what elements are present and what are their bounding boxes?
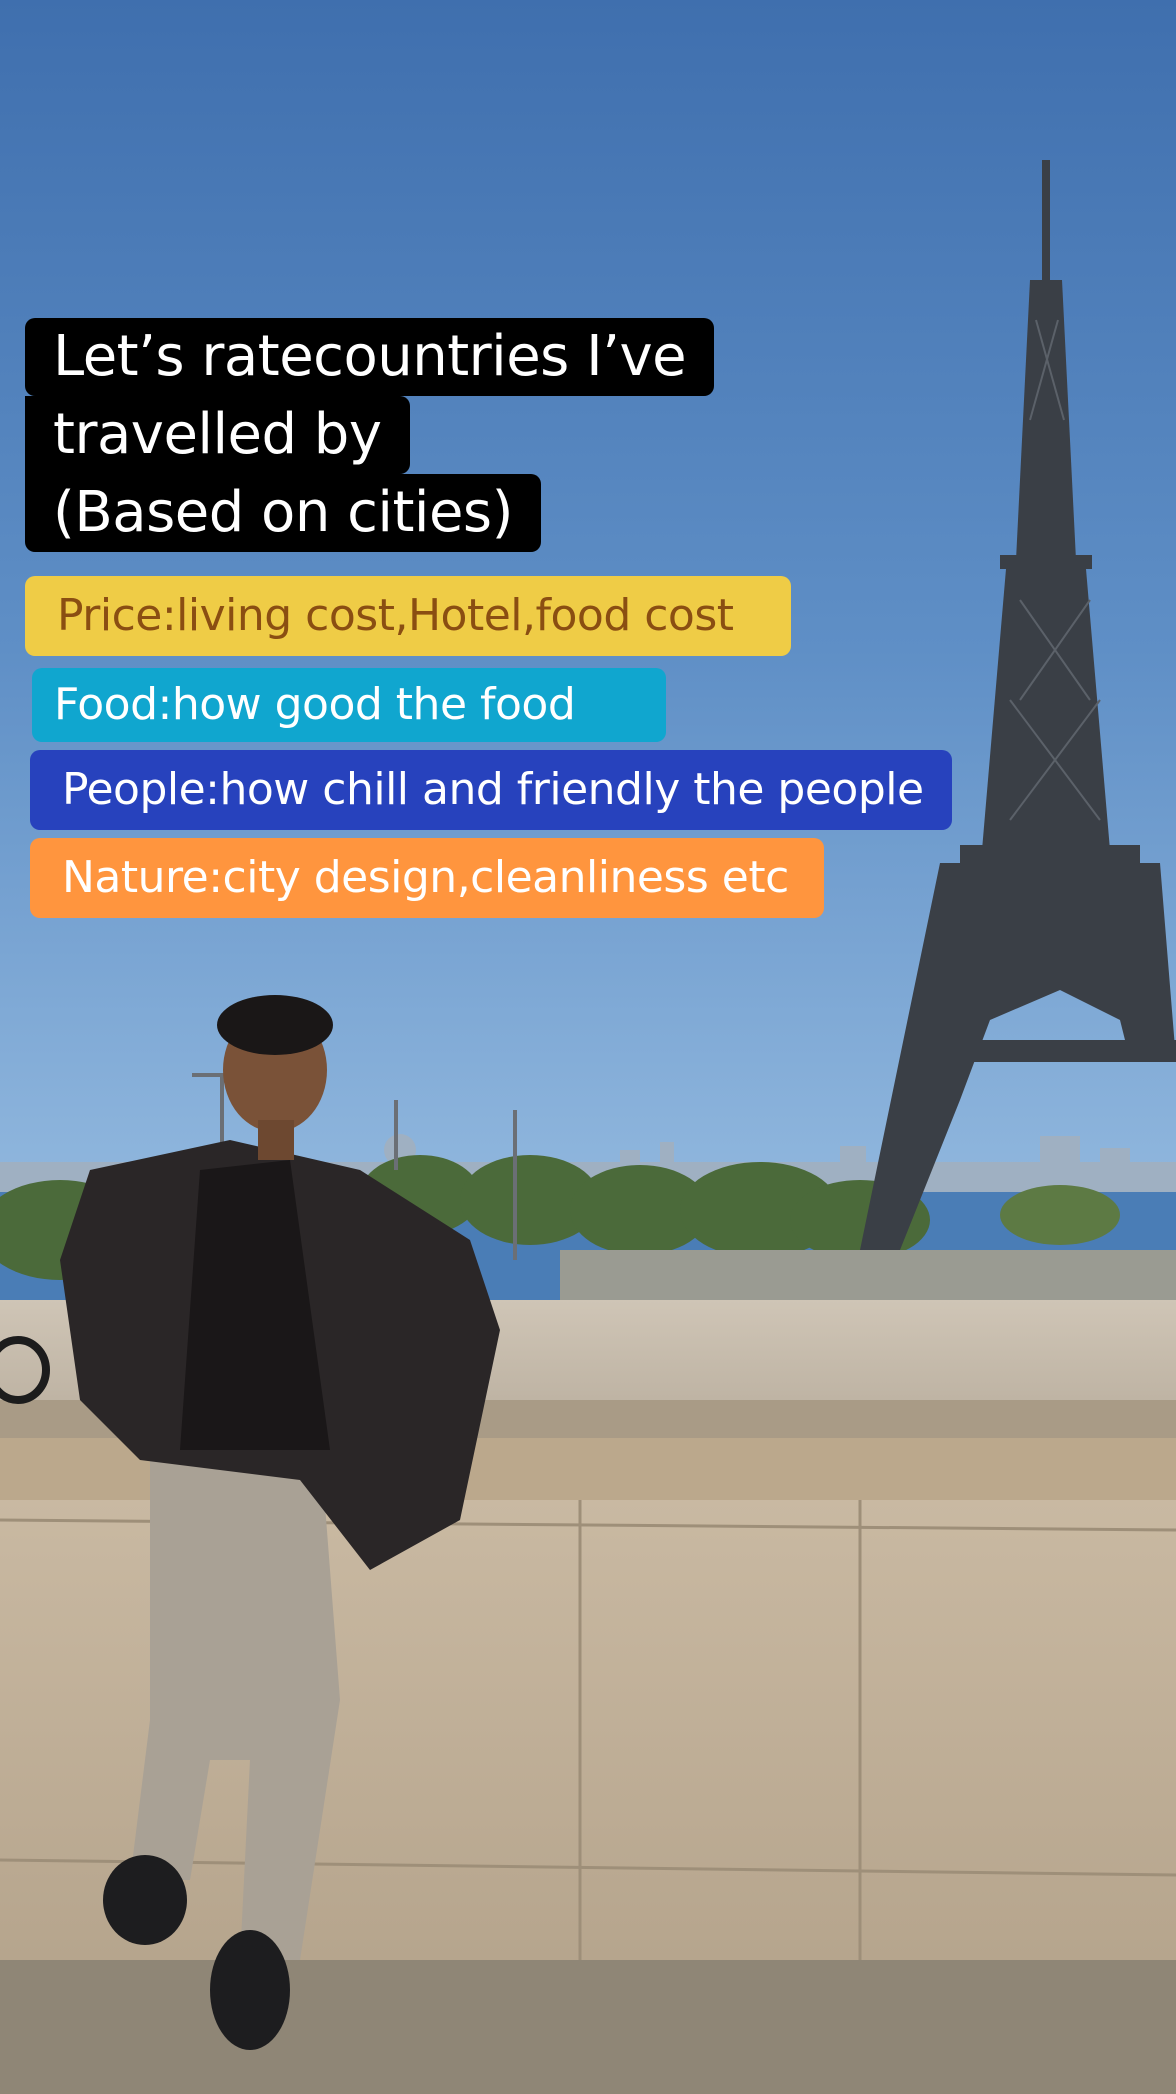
title-line-3: (Based on cities) (25, 474, 541, 552)
title-caption: Let’s ratecountries I’ve travelled by (B… (25, 318, 715, 552)
paris-photo (0, 0, 1176, 2094)
people-tag: People:how chill and friendly the people (30, 750, 952, 830)
price-tag: Price:living cost,Hotel,food cost (25, 576, 791, 656)
nature-tag: Nature:city design,cleanliness etc (30, 838, 824, 918)
esplanade (560, 1250, 1176, 1305)
title-line-1: Let’s ratecountries I’ve (25, 318, 715, 396)
food-tag: Food:how good the food (32, 668, 666, 742)
title-line-2: travelled by (25, 396, 410, 474)
pavement (0, 1960, 1176, 2094)
